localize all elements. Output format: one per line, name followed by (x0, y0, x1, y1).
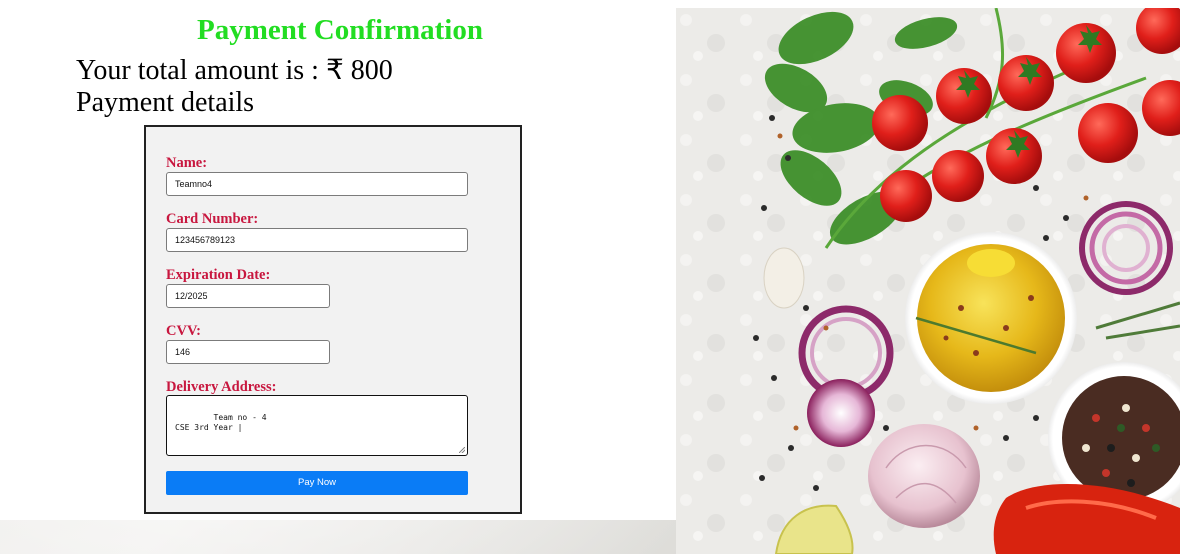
left-panel: Payment Confirmation Your total amount i… (0, 8, 676, 520)
name-input[interactable]: Teamno4 (166, 172, 468, 196)
cvv-label: CVV: (166, 323, 201, 339)
cvv-input[interactable]: 146 (166, 340, 330, 364)
name-label: Name: (166, 155, 208, 171)
expiration-date-input[interactable]: 12/2025 (166, 284, 330, 308)
total-amount-text: Your total amount is : ₹ 800 (76, 55, 393, 86)
delivery-address-label: Delivery Address: (166, 379, 277, 395)
pay-now-button[interactable]: Pay Now (166, 471, 468, 495)
payment-form: Name: Teamno4 Card Number: 123456789123 … (144, 125, 522, 514)
delivery-address-textarea[interactable]: Team no - 4 CSE 3rd Year | (166, 395, 468, 456)
expiration-date-label: Expiration Date: (166, 267, 271, 283)
resize-grip-icon[interactable] (459, 447, 465, 453)
card-number-label: Card Number: (166, 211, 259, 227)
page: Payment Confirmation Your total amount i… (0, 0, 1180, 554)
delivery-address-text: Team no - 4 CSE 3rd Year | (175, 413, 267, 432)
food-ingredients-image (676, 8, 1180, 554)
page-title: Payment Confirmation (197, 14, 483, 46)
card-number-input[interactable]: 123456789123 (166, 228, 468, 252)
payment-details-heading: Payment details (76, 87, 255, 118)
